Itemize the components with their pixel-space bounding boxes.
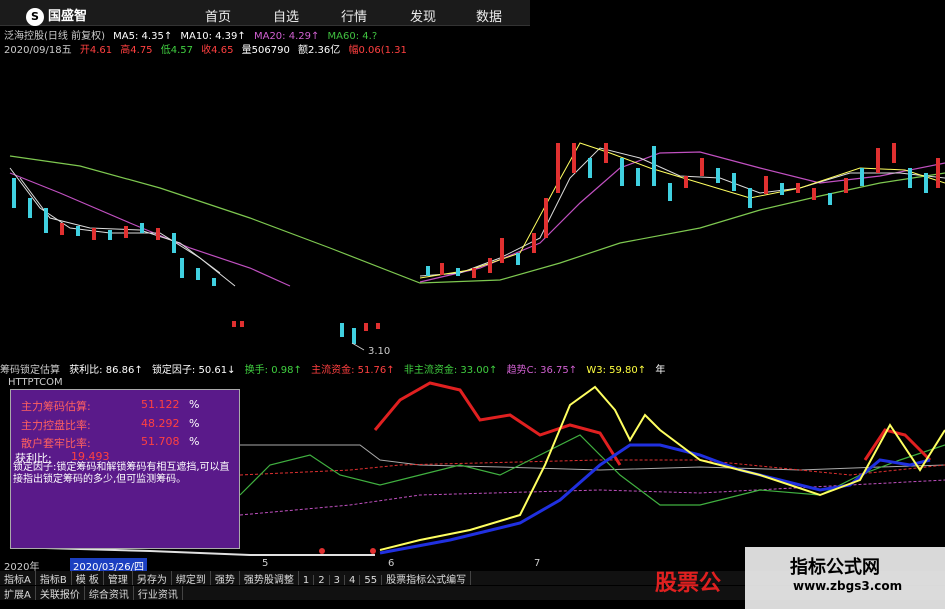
stock-name: 泛海控股(日线 前复权) — [4, 31, 105, 41]
nav-discover[interactable]: 发现 — [410, 6, 436, 25]
watermark-box: 指标公式网 www.zbgs3.com — [745, 547, 945, 609]
tab-extend-a[interactable]: 扩展A — [0, 586, 36, 600]
panel-unit-retail-trapped: % — [189, 435, 200, 448]
profit-ratio: 获利比: 86.86↑ — [69, 365, 143, 375]
btn-4[interactable]: 4 — [345, 575, 361, 585]
indicator-header-bar: 筹码锁定估算 获利比: 86.86↑ 锁定因子: 50.61↓ 换手: 0.98… — [0, 361, 945, 375]
nav-home[interactable]: 首页 — [205, 6, 231, 25]
panel-value-retail-trapped: 51.708 — [141, 435, 180, 448]
close-value: 收4.65 — [201, 45, 234, 55]
ohlc-info-line: 2020/09/18五 开4.61 高4.75 低4.57 收4.65 量506… — [4, 41, 540, 55]
btn-55[interactable]: 55 — [360, 575, 383, 585]
w3-value: W3: 59.80↑ — [586, 365, 647, 375]
ma5-value: MA5: 4.35↑ — [113, 31, 173, 41]
nav-data[interactable]: 数据 — [476, 6, 502, 25]
candlestick-chart[interactable]: 3.10 — [0, 58, 945, 358]
nonmain-funds: 非主流资金: 33.00↑ — [403, 365, 498, 375]
low-value: 低4.57 — [160, 45, 193, 55]
panel-label-retail-trapped: 散户套牢比率: — [21, 437, 91, 450]
lock-factor: 锁定因子: 50.61↓ — [151, 365, 236, 375]
watermark-overlay-text: 股票公 — [655, 571, 722, 596]
ma60-value: MA60: 4.? — [327, 31, 378, 41]
month-6: 6 — [388, 558, 395, 569]
indicator-name[interactable]: 筹码锁定估算 — [0, 365, 60, 375]
high-value: 高4.75 — [120, 45, 153, 55]
btn-strong-adjust[interactable]: 强势股调整 — [240, 571, 299, 585]
month-7: 7 — [534, 558, 541, 569]
btn-formula-edit[interactable]: 股票指标公式编写 — [382, 571, 472, 585]
btn-strong[interactable]: 强势 — [211, 571, 240, 585]
nav-market[interactable]: 行情 — [341, 6, 367, 25]
panel-label-control-ratio: 主力控盘比率: — [21, 419, 91, 432]
low-price-label: 3.10 — [368, 346, 390, 357]
year-tag: 年 — [655, 365, 666, 375]
watermark-url: www.zbgs3.com — [793, 579, 903, 593]
panel-label-main-chips: 主力筹码估算: — [21, 400, 91, 413]
candles — [12, 143, 940, 344]
nav-watchlist[interactable]: 自选 — [273, 6, 299, 25]
indicator-subtitle: HTTPTCOM — [8, 377, 63, 388]
tab-general-news[interactable]: 综合资讯 — [85, 586, 134, 600]
btn-indicator-b[interactable]: 指标B — [36, 571, 72, 585]
logo-icon: S — [26, 8, 44, 26]
volume-value: 量506790 — [241, 45, 290, 55]
chip-info-panel: 主力筹码估算: 51.122 % 主力控盘比率: 48.292 % 散户套牢比率… — [10, 389, 240, 549]
tab-industry-news[interactable]: 行业资讯 — [134, 586, 183, 600]
amount-value: 额2.36亿 — [298, 45, 341, 55]
open-value: 开4.61 — [79, 45, 113, 55]
btn-template[interactable]: 模 板 — [72, 571, 104, 585]
trend-c: 趋势C: 36.75↑ — [506, 365, 578, 375]
btn-1[interactable]: 1 — [299, 575, 315, 585]
btn-3[interactable]: 3 — [330, 575, 346, 585]
tab-related-quote[interactable]: 关联报价 — [36, 586, 85, 600]
panel-value-main-chips: 51.122 — [141, 398, 180, 411]
ma20-value: MA20: 4.29↑ — [253, 31, 320, 41]
btn-save-as[interactable]: 另存为 — [133, 571, 172, 585]
panel-note: 锁定因子:锁定筹码和解锁筹码有相互遮挡,可以直接指出锁定筹码的多少,但可监测筹码… — [13, 462, 230, 485]
btn-2[interactable]: 2 — [314, 575, 330, 585]
main-funds: 主流资金: 51.76↑ — [311, 365, 395, 375]
panel-unit-control-ratio: % — [189, 417, 200, 430]
bar-date: 2020/09/18五 — [4, 45, 72, 55]
top-nav-bar: S 国盛智 首页 自选 行情 发现 数据 — [0, 0, 533, 26]
btn-manage[interactable]: 管理 — [104, 571, 133, 585]
change-value: 幅0.06(1.31 — [348, 45, 407, 55]
month-5: 5 — [262, 558, 269, 569]
panel-value-control-ratio: 48.292 — [141, 417, 180, 430]
ma-info-line: 泛海控股(日线 前复权) MA5: 4.35↑ MA10: 4.39↑ MA20… — [4, 27, 540, 41]
btn-indicator-a[interactable]: 指标A — [0, 571, 36, 585]
ma10-value: MA10: 4.39↑ — [180, 31, 246, 41]
turnover: 换手: 0.98↑ — [244, 365, 302, 375]
watermark-title: 指标公式网 — [790, 557, 880, 578]
btn-bind-to[interactable]: 绑定到 — [172, 571, 211, 585]
panel-unit-main-chips: % — [189, 398, 200, 411]
app-logo[interactable]: S 国盛智 — [26, 5, 87, 26]
